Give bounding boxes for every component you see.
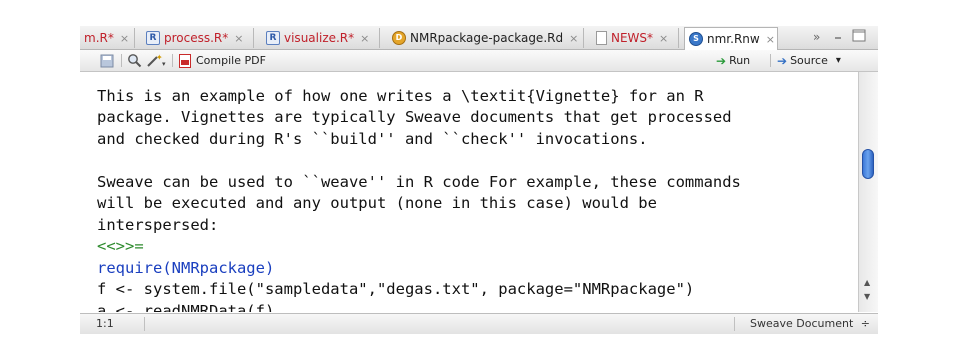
- pdf-icon: [179, 53, 191, 68]
- code-editor[interactable]: This is an example of how one writes a \…: [80, 72, 858, 312]
- source-button[interactable]: ➔ Source ▾: [777, 52, 841, 69]
- status-bar: 1:1 Sweave Document ÷: [80, 313, 878, 334]
- search-icon[interactable]: [127, 52, 142, 69]
- tab-label: m.R*: [84, 31, 114, 45]
- toolbar-divider: [121, 54, 122, 67]
- save-icon[interactable]: [100, 52, 114, 69]
- close-icon[interactable]: ×: [234, 32, 243, 45]
- code-line: This is an example of how one writes a \…: [97, 86, 704, 105]
- tab-label: NMRpackage-package.Rd: [410, 31, 564, 45]
- magic-wand-icon[interactable]: ✦ ▾: [146, 52, 168, 69]
- code-line: a <- readNMRData(f): [97, 301, 275, 313]
- run-button[interactable]: ➔ Run: [716, 52, 750, 69]
- cursor-position: 1:1: [96, 317, 114, 330]
- code-line: require(NMRpackage): [97, 258, 275, 277]
- tab-process-r[interactable]: R process.R* ×: [142, 28, 254, 48]
- scroll-down-icon[interactable]: ▼: [864, 292, 870, 301]
- updown-arrows-icon: ÷: [860, 317, 870, 330]
- tab-label: NEWS*: [611, 31, 654, 45]
- minimize-pane-icon[interactable]: [834, 28, 850, 45]
- tab-visualize-r[interactable]: R visualize.R* ×: [262, 28, 380, 48]
- code-line: interspersed:: [97, 215, 219, 234]
- close-icon[interactable]: ×: [766, 33, 775, 46]
- toolbar-divider: [172, 54, 173, 67]
- close-icon[interactable]: ×: [360, 32, 369, 45]
- tab-m-r[interactable]: m.R* ×: [80, 28, 135, 48]
- compile-pdf-button[interactable]: Compile PDF: [179, 52, 266, 69]
- vertical-scrollbar[interactable]: ▲ ▼: [858, 72, 878, 312]
- rnw-file-icon: S: [689, 32, 703, 46]
- code-line: and checked during R's ``build'' and ``c…: [97, 129, 648, 148]
- r-file-icon: R: [146, 31, 160, 45]
- document-type-label: Sweave Document: [750, 317, 854, 330]
- code-line: <<>>=: [97, 237, 144, 255]
- tab-news[interactable]: NEWS* ×: [592, 28, 679, 48]
- tab-overflow-icon[interactable]: »: [813, 30, 820, 44]
- source-label: Source: [790, 54, 828, 67]
- tab-nmrpackage-rd[interactable]: D NMRpackage-package.Rd ×: [388, 28, 584, 48]
- toolbar-divider: [770, 54, 771, 67]
- status-divider: [144, 317, 145, 331]
- source-arrow-icon: ➔: [777, 53, 788, 68]
- editor-toolbar: ✦ ▾ Compile PDF ➔ Run ➔ Source ▾: [80, 50, 878, 72]
- scroll-up-icon[interactable]: ▲: [864, 278, 870, 287]
- chevron-down-icon[interactable]: ▾: [836, 55, 841, 66]
- tab-bar: m.R* × R process.R* × R visualize.R* × D…: [80, 26, 878, 50]
- close-icon[interactable]: ×: [569, 32, 578, 45]
- code-line: Sweave can be used to ``weave'' in R cod…: [97, 172, 741, 191]
- code-text: This is an example of how one writes a \…: [97, 72, 741, 313]
- scrollbar-thumb[interactable]: [862, 149, 874, 179]
- tab-label: process.R*: [164, 31, 229, 45]
- text-file-icon: [596, 31, 607, 45]
- tab-label: nmr.Rnw: [707, 32, 760, 46]
- rd-file-icon: D: [392, 31, 406, 45]
- code-line: f <- system.file("sampledata","degas.txt…: [97, 280, 695, 298]
- close-icon[interactable]: ×: [659, 32, 668, 45]
- close-icon[interactable]: ×: [120, 32, 129, 45]
- compile-pdf-label: Compile PDF: [196, 54, 266, 67]
- code-line: will be executed and any output (none in…: [97, 194, 657, 212]
- code-line: package. Vignettes are typically Sweave …: [97, 108, 732, 126]
- editor-window: m.R* × R process.R* × R visualize.R* × D…: [80, 26, 878, 334]
- status-divider: [734, 317, 735, 331]
- r-file-icon: R: [266, 31, 280, 45]
- document-type-select[interactable]: Sweave Document ÷: [750, 317, 870, 330]
- tab-label: visualize.R*: [284, 31, 355, 45]
- run-label: Run: [729, 54, 751, 67]
- run-arrow-icon: ➔: [716, 53, 727, 68]
- svg-text:▾: ▾: [162, 60, 166, 68]
- tab-nmr-rnw[interactable]: S nmr.Rnw ×: [684, 27, 778, 50]
- maximize-pane-icon[interactable]: [851, 28, 867, 47]
